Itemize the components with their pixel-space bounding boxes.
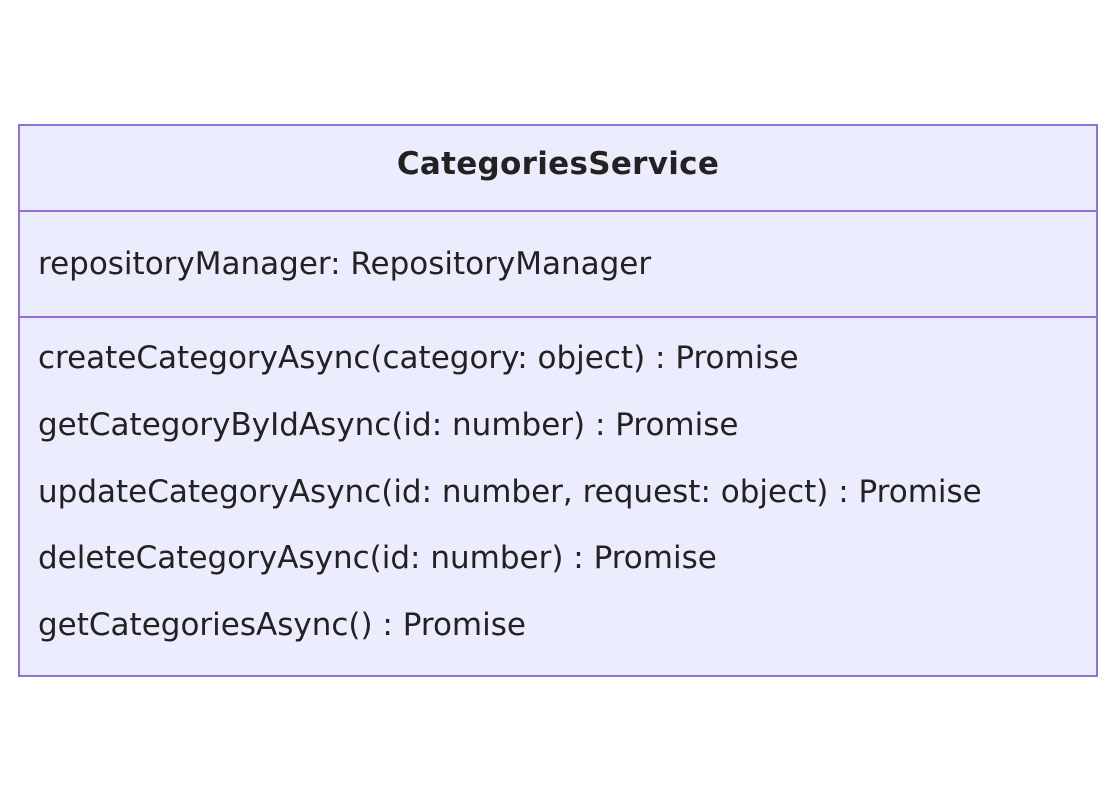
- class-header: CategoriesService: [20, 126, 1096, 212]
- method-get-category-by-id-async: getCategoryByIdAsync(id: number) : Promi…: [38, 407, 739, 443]
- class-box-categories-service: CategoriesService repositoryManager: Rep…: [18, 124, 1098, 677]
- method-create-category-async: createCategoryAsync(category: object) : …: [38, 340, 799, 376]
- class-name: CategoriesService: [396, 146, 720, 182]
- method-delete-category-async: deleteCategoryAsync(id: number) : Promis…: [38, 540, 717, 576]
- method-update-category-async: updateCategoryAsync(id: number, request:…: [38, 474, 982, 510]
- methods-compartment: createCategoryAsync(category: object) : …: [20, 318, 1096, 675]
- attributes-compartment: repositoryManager: RepositoryManager: [20, 212, 1096, 318]
- attribute-repository-manager: repositoryManager: RepositoryManager: [38, 246, 652, 282]
- method-get-categories-async: getCategoriesAsync() : Promise: [38, 607, 526, 643]
